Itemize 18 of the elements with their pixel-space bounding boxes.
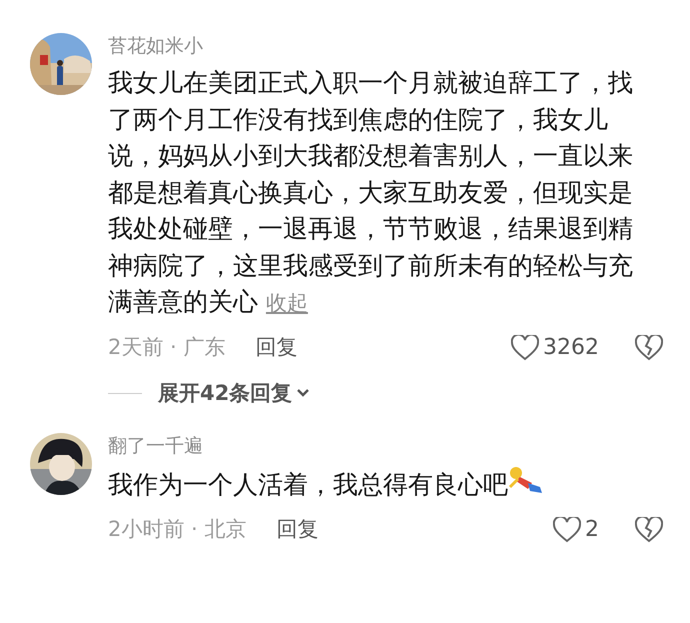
like-button[interactable]: 3262 [511,331,599,364]
heart-icon [511,334,539,360]
expand-replies-button[interactable]: 展开42条回复 [158,378,310,409]
username: 翻了一千遍 [108,434,204,459]
comment-meta: 2小时前 · 北京 [108,516,246,543]
reply-button[interactable]: 回复 [276,514,318,546]
comment-text: 我作为一个人活着，我总得有良心吧 [108,465,656,504]
dislike-button[interactable] [635,516,663,542]
comment-text: 我女儿在美团正式入职一个月就被迫辞工了，找了两个月工作没有找到焦虑的住院了，我女儿说，妈妈从小到大我都没想着害别人，一直以来都是想着真心换真心，大家互助友爱，但现实是我处处碰壁，一退再退，节节败退，结果退到精神病院了，这里我感受到了前所未有的轻松与充满善意的关心 收起 [108,67,634,318]
reply-button[interactable]: 回复 [255,332,298,364]
like-button[interactable]: 2 [553,513,599,546]
broken-heart-icon [635,334,663,360]
broken-heart-icon [635,516,663,542]
chevron-down-icon [296,388,310,398]
dislike-button[interactable] [635,334,663,360]
username: 苔花如米小 [108,34,204,59]
heart-icon [553,516,581,542]
comment-meta: 2天前 · 广东 [108,334,226,361]
